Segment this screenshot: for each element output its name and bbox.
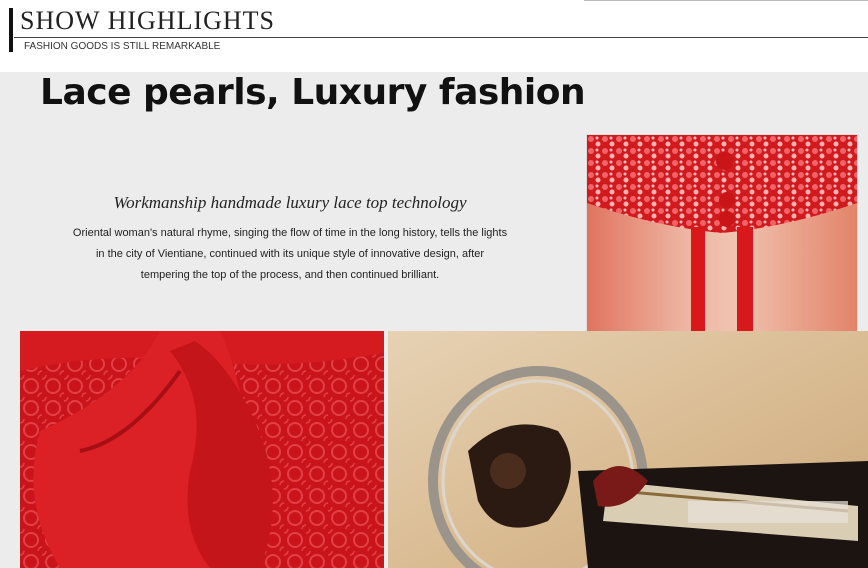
bow-photo (20, 331, 384, 568)
section-subtitle: FASHION GOODS IS STILL REMARKABLE (24, 41, 221, 52)
sewing-machine-photo (388, 331, 868, 568)
header-accent-bar (9, 8, 13, 52)
section-title: SHOW HIGHLIGHTS (20, 6, 276, 35)
section-header: SHOW HIGHLIGHTS FASHION GOODS IS STILL R… (0, 0, 868, 72)
header-top-rule (584, 0, 868, 1)
feature-tagline: Workmanship handmade luxury lace top tec… (113, 193, 467, 212)
feature-headline: Lace pearls, Luxury fashion (40, 72, 586, 113)
feature-description: Oriental woman's natural rhyme, singing … (72, 227, 508, 281)
header-divider (14, 37, 868, 38)
